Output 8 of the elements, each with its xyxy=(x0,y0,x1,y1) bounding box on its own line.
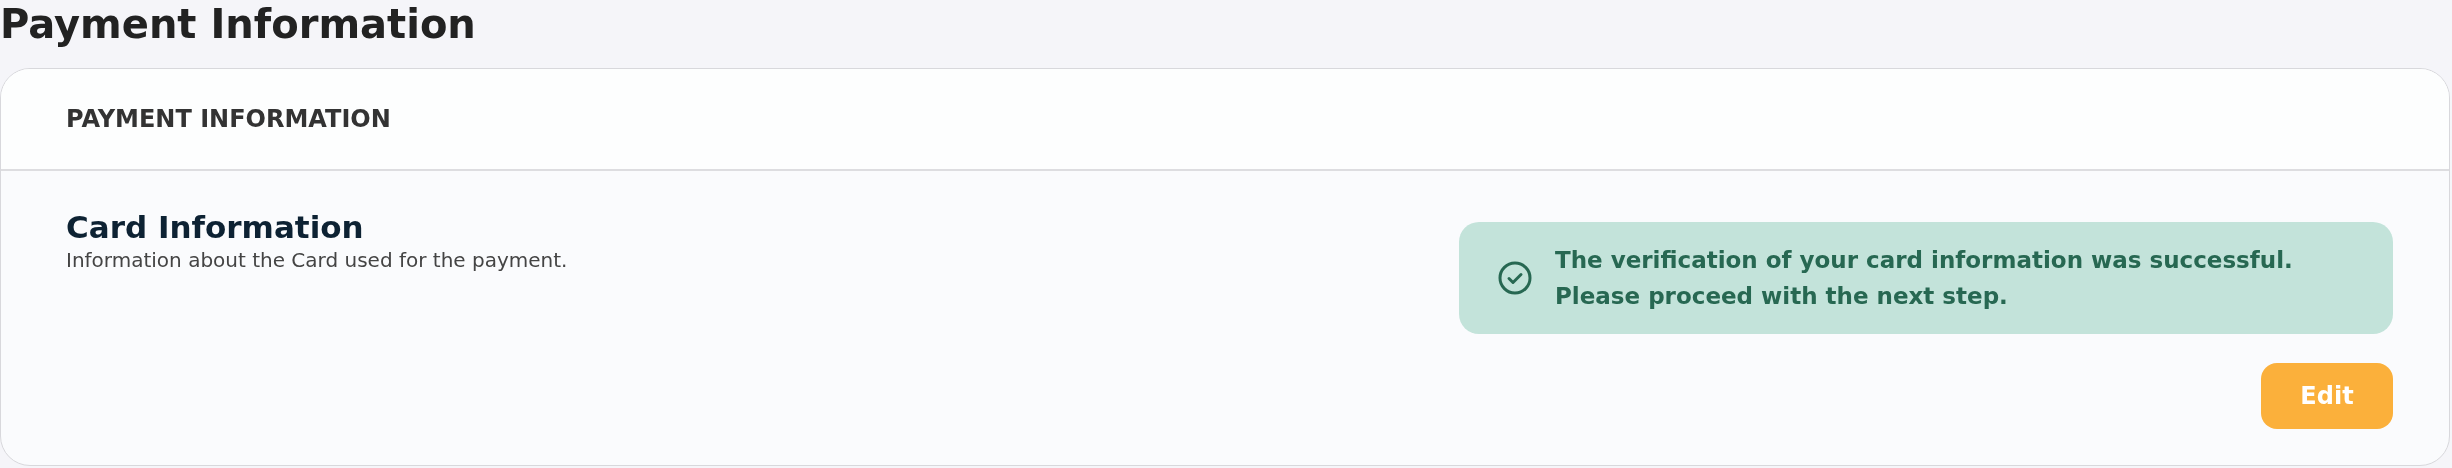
section-description: Information about the Card used for the payment. xyxy=(66,247,568,274)
card-header-title: PAYMENT INFORMATION xyxy=(66,105,391,133)
edit-button[interactable]: Edit xyxy=(2261,363,2393,429)
page-title: Payment Information xyxy=(0,0,476,48)
check-circle-icon xyxy=(1497,260,1533,296)
alert-message: Please proceed with the next step. xyxy=(1555,282,2009,311)
section-title: Card Information xyxy=(66,209,365,245)
alert-message: The verification of your card information was successful. xyxy=(1555,246,2293,275)
